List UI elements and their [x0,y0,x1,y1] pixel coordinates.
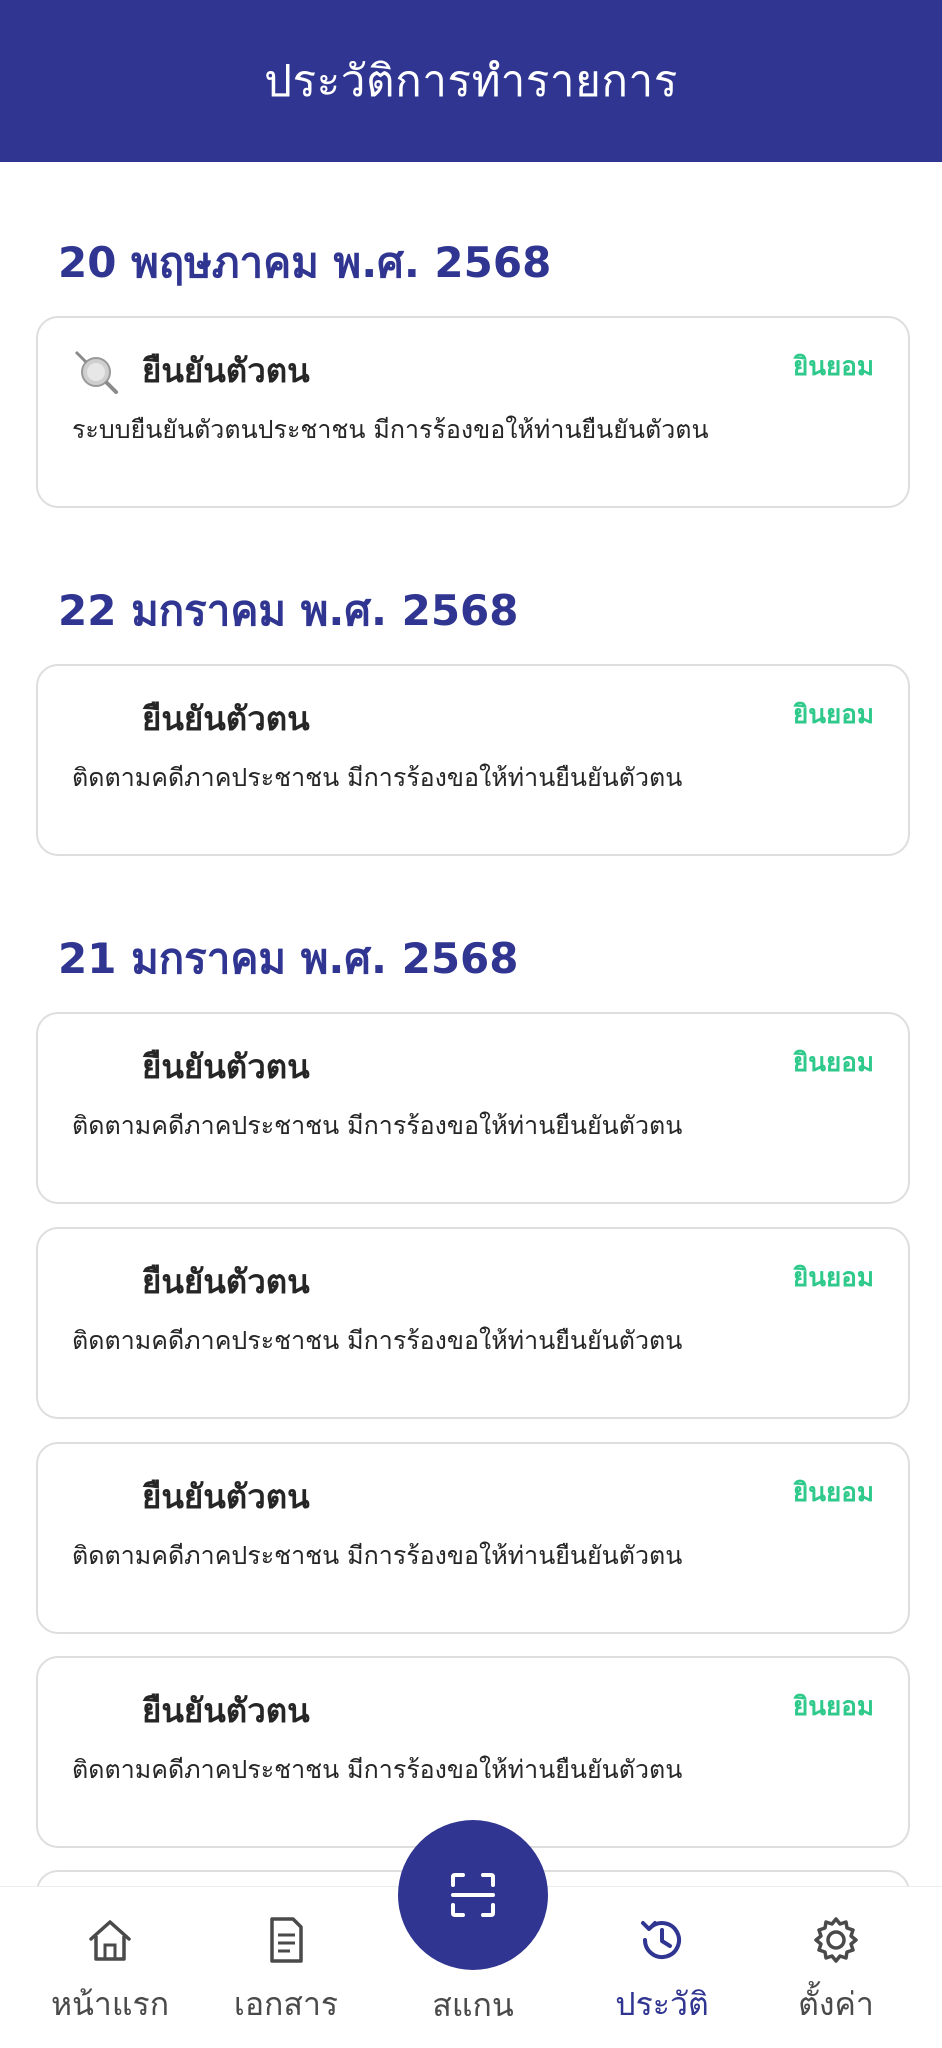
status-badge: ยินยอม [793,1692,874,1722]
date-heading: 21 มกราคม พ.ศ. 2568 [58,934,519,983]
nav-documents[interactable]: เอกสาร [206,1887,366,2048]
magnifier-icon [74,350,118,394]
nav-settings[interactable]: ตั้งค่า [756,1887,916,2048]
card-title: ยืนยันตัวตน [142,1691,310,1730]
document-icon [270,1917,303,1963]
card-title: ยืนยันตัวตน [142,1047,310,1086]
home-icon [89,1920,131,1961]
scan-icon [451,1873,495,1917]
status-badge: ยินยอม [793,1048,874,1078]
history-card[interactable]: ยืนยันตัวตน ยินยอม ติดตามคดีภาคประชาชน ม… [36,1227,910,1419]
scan-button[interactable] [398,1820,548,1970]
nav-label: เอกสาร [233,1985,339,2023]
history-card[interactable]: ยืนยันตัวตน ยินยอม ติดตามคดีภาคประชาชน ม… [36,664,910,856]
scan-label: สแกน [432,1986,514,2024]
status-badge: ยินยอม [793,700,874,730]
card-title: ยืนยันตัวตน [142,351,310,390]
card-title: ยืนยันตัวตน [142,1262,310,1301]
gear-icon [814,1917,858,1963]
nav-label: หน้าแรก [50,1985,170,2023]
nav-label: ประวัติ [615,1985,709,2023]
card-title: ยืนยันตัวตน [142,699,310,738]
app-header: ประวัติการทำรายการ [0,0,942,162]
nav-home[interactable]: หน้าแรก [30,1887,190,2048]
date-heading: 20 พฤษภาคม พ.ศ. 2568 [58,238,552,287]
history-list[interactable]: 20 พฤษภาคม พ.ศ. 2568 ยืนยันตัวตน ยินยอม … [0,162,942,1886]
card-description: ติดตามคดีภาคประชาชน มีการร้องขอให้ท่านยื… [72,1111,683,1140]
nav-label: ตั้งค่า [798,1985,874,2023]
card-description: ติดตามคดีภาคประชาชน มีการร้องขอให้ท่านยื… [72,1541,683,1570]
card-description: ติดตามคดีภาคประชาชน มีการร้องขอให้ท่านยื… [72,1326,683,1355]
card-description: ติดตามคดีภาคประชาชน มีการร้องขอให้ท่านยื… [72,763,683,792]
status-badge: ยินยอม [793,352,874,382]
nav-history[interactable]: ประวัติ [582,1887,742,2048]
status-badge: ยินยอม [793,1478,874,1508]
date-heading: 22 มกราคม พ.ศ. 2568 [58,586,519,635]
card-description: ระบบยืนยันตัวตนประชาชน มีการร้องขอให้ท่า… [72,415,709,444]
card-title: ยืนยันตัวตน [142,1477,310,1516]
card-description: ติดตามคดีภาคประชาชน มีการร้องขอให้ท่านยื… [72,1755,683,1784]
history-icon [641,1921,681,1960]
status-badge: ยินยอม [793,1263,874,1293]
history-card[interactable]: ยืนยันตัวตน ยินยอม ระบบยืนยันตัวตนประชาช… [36,316,910,508]
history-card[interactable]: ยืนยันตัวตน ยินยอม ติดตามคดีภาคประชาชน ม… [36,1442,910,1634]
page-title: ประวัติการทำรายการ [264,56,678,107]
history-card[interactable]: ยืนยันตัวตน ยินยอม ติดตามคดีภาคประชาชน ม… [36,1012,910,1204]
